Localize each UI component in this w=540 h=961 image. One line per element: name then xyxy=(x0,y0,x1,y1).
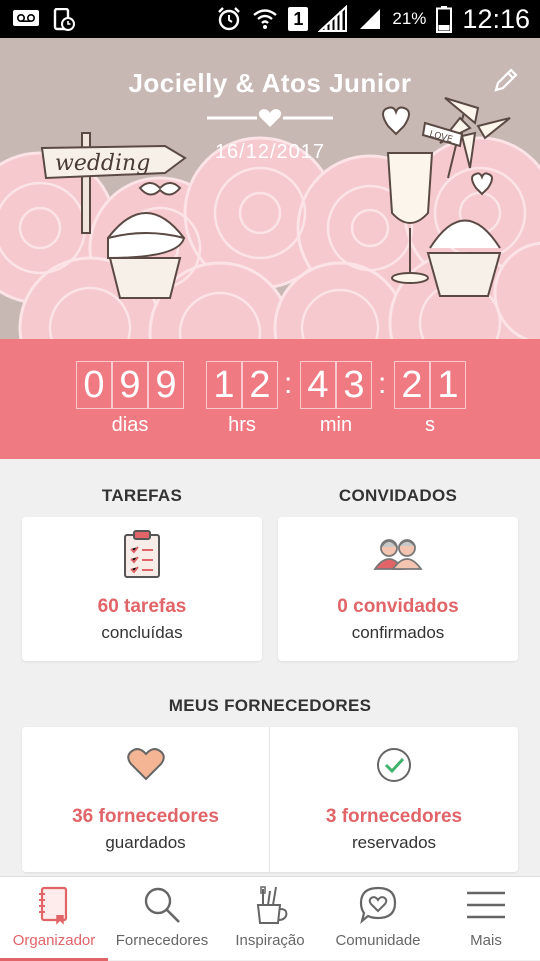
heart-divider xyxy=(207,109,333,127)
hours-label: hrs xyxy=(228,414,256,436)
nav-comunidade[interactable]: Comunidade xyxy=(324,877,432,961)
digit: 2 xyxy=(394,361,430,409)
voicemail-icon xyxy=(13,10,39,26)
nav-label: Comunidade xyxy=(335,932,421,949)
countdown-minutes: 4 3 xyxy=(300,361,372,409)
nav-inspiracao[interactable]: Inspiração xyxy=(216,877,324,961)
tasks-card[interactable]: 60 tarefas concluídas xyxy=(22,517,262,661)
guests-card[interactable]: 0 convidados confirmados xyxy=(278,517,518,661)
status-bar: 1 21% 12:16 xyxy=(0,0,540,38)
booked-sub: reservados xyxy=(351,833,437,852)
digit: 1 xyxy=(430,361,466,409)
tasks-title: TAREFAS xyxy=(101,486,183,505)
wedding-date: 16/12/2017 xyxy=(214,141,326,163)
battery-percent: 21% xyxy=(392,9,427,28)
bottom-navigation: Organizador Fornecedores Inspiração Comu… xyxy=(0,876,540,961)
edit-pencil-icon[interactable] xyxy=(492,66,520,94)
guests-sub: confirmados xyxy=(351,623,445,642)
digit: 9 xyxy=(112,361,148,409)
seconds-label: s xyxy=(425,414,435,436)
couple-names: Jocielly & Atos Junior xyxy=(128,68,412,98)
wedding-header: wedding LOVE Jocielly & Atos Junior 16/1… xyxy=(0,38,540,339)
menu-icon xyxy=(467,891,505,919)
nav-label: Mais xyxy=(470,932,502,949)
countdown-seconds: 2 1 xyxy=(394,361,466,409)
booked-count: 3 fornecedores xyxy=(325,806,463,827)
check-circle-icon xyxy=(377,748,411,782)
clock: 12:16 xyxy=(462,3,530,34)
digit: 4 xyxy=(300,361,336,409)
wifi-icon xyxy=(253,9,278,29)
clipboard-checklist-icon xyxy=(124,530,160,578)
chat-heart-icon xyxy=(359,886,397,925)
guests-title: CONVIDADOS xyxy=(338,486,458,505)
guests-couple-icon xyxy=(373,539,423,570)
nav-fornecedores[interactable]: Fornecedores xyxy=(108,877,216,961)
notebook-icon xyxy=(39,886,68,925)
time-separator: : xyxy=(284,367,293,400)
nav-label: Fornecedores xyxy=(115,932,209,949)
saved-vendors[interactable]: 36 fornecedores guardados xyxy=(22,727,269,872)
vendors-title: MEUS FORNECEDORES xyxy=(168,696,372,715)
digit: 1 xyxy=(206,361,242,409)
saved-sub: guardados xyxy=(105,833,186,852)
digit: 3 xyxy=(336,361,372,409)
tasks-sub: concluídas xyxy=(101,623,183,642)
countdown-panel: 0 9 9 1 2 : 4 3 : 2 1 dias hrs min s xyxy=(0,339,540,459)
booked-vendors[interactable]: 3 fornecedores reservados xyxy=(270,727,518,872)
brushes-icon xyxy=(256,886,288,924)
signal-icon-1 xyxy=(318,5,348,32)
search-icon xyxy=(144,887,180,923)
battery-icon xyxy=(436,6,453,33)
vendors-card: 36 fornecedores guardados 3 fornecedores… xyxy=(22,727,518,872)
guests-count: 0 convidados xyxy=(337,596,459,617)
signal-icon-2 xyxy=(360,9,381,29)
saved-count: 36 fornecedores xyxy=(72,806,219,827)
countdown-days: 0 9 9 xyxy=(76,361,184,409)
nav-label: Inspiração xyxy=(235,932,305,949)
heart-icon xyxy=(126,748,165,781)
digit: 9 xyxy=(148,361,184,409)
alarm-icon xyxy=(218,7,241,31)
sim-clock-icon xyxy=(53,8,75,31)
nav-label: Organizador xyxy=(12,932,96,949)
nav-organizador[interactable]: Organizador xyxy=(0,877,108,961)
digit: 2 xyxy=(242,361,278,409)
time-separator: : xyxy=(378,367,387,400)
nav-mais[interactable]: Mais xyxy=(432,877,540,961)
tasks-count: 60 tarefas xyxy=(97,596,187,617)
days-label: dias xyxy=(111,414,149,436)
sim-slot-badge: 1 xyxy=(288,7,309,31)
countdown-hours: 1 2 xyxy=(206,361,278,409)
digit: 0 xyxy=(76,361,112,409)
minutes-label: min xyxy=(319,414,353,436)
